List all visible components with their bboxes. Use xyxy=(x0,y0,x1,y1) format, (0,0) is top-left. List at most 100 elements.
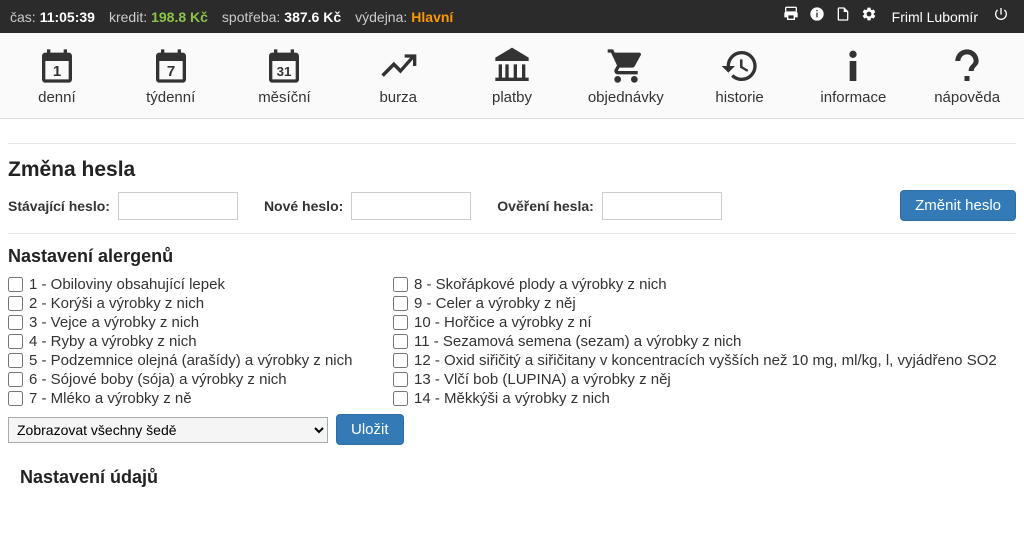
allergen-checkbox[interactable] xyxy=(8,353,23,368)
nav-payments[interactable]: platby xyxy=(455,41,569,110)
new-password-input[interactable] xyxy=(351,192,471,220)
calendar-7-icon: 7 xyxy=(151,45,191,87)
allergen-checkbox[interactable] xyxy=(393,277,408,292)
cart-icon xyxy=(606,45,646,87)
svg-text:1: 1 xyxy=(53,63,61,80)
allergen-checkbox[interactable] xyxy=(8,372,23,387)
allergen-checkbox[interactable] xyxy=(8,315,23,330)
nav-label: informace xyxy=(820,89,886,106)
outlet-value: Hlavní xyxy=(411,9,453,25)
allergen-item[interactable]: 6 - Sójové boby (sója) a výrobky z nich xyxy=(8,370,393,389)
document-icon[interactable] xyxy=(835,6,851,27)
nav-info[interactable]: informace xyxy=(796,41,910,110)
calendar-1-icon: 1 xyxy=(37,45,77,87)
nav-label: nápověda xyxy=(934,89,1000,106)
allergen-checkbox[interactable] xyxy=(8,277,23,292)
allergen-checkbox[interactable] xyxy=(393,334,408,349)
allergens-grid: 1 - Obiloviny obsahující lepek 2 - Korýš… xyxy=(8,275,1016,408)
spend-value: 387.6 Kč xyxy=(284,9,341,25)
confirm-password-input[interactable] xyxy=(602,192,722,220)
nav-label: denní xyxy=(38,89,76,106)
nav-label: historie xyxy=(715,89,763,106)
allergen-label: 4 - Ryby a výrobky z nich xyxy=(29,333,197,350)
outlet-label: výdejna: xyxy=(355,9,407,25)
allergen-label: 3 - Vejce a výrobky z nich xyxy=(29,314,199,331)
allergen-checkbox[interactable] xyxy=(393,391,408,406)
power-icon[interactable] xyxy=(993,6,1009,27)
allergen-checkbox[interactable] xyxy=(393,296,408,311)
nav-help[interactable]: nápověda xyxy=(910,41,1024,110)
allergen-item[interactable]: 8 - Skořápkové plody a výrobky z nich xyxy=(393,275,1016,294)
time-value: 11:05:39 xyxy=(40,9,95,25)
allergen-item[interactable]: 4 - Ryby a výrobky z nich xyxy=(8,332,393,351)
nav-daily[interactable]: 1 denní xyxy=(0,41,114,110)
allergen-item[interactable]: 1 - Obiloviny obsahující lepek xyxy=(8,275,393,294)
info-icon[interactable] xyxy=(809,6,825,27)
current-password-label: Stávající heslo: xyxy=(8,198,110,214)
data-settings-title: Nastavení údajů xyxy=(8,467,1016,488)
nav-label: měsíční xyxy=(258,89,311,106)
top-bar: čas: 11:05:39 kredit: 198.8 Kč spotřeba:… xyxy=(0,0,1024,33)
allergen-item[interactable]: 3 - Vejce a výrobky z nich xyxy=(8,313,393,332)
allergen-checkbox[interactable] xyxy=(8,391,23,406)
chart-line-icon xyxy=(378,45,418,87)
new-password-label: Nové heslo: xyxy=(264,198,343,214)
allergens-title: Nastavení alergenů xyxy=(8,246,1016,267)
password-row: Stávající heslo: Nové heslo: Ověření hes… xyxy=(8,190,1016,221)
nav-orders[interactable]: objednávky xyxy=(569,41,683,110)
allergen-item[interactable]: 2 - Korýši a výrobky z nich xyxy=(8,294,393,313)
allergen-label: 14 - Měkkýši a výrobky z nich xyxy=(414,390,610,407)
allergen-label: 1 - Obiloviny obsahující lepek xyxy=(29,276,225,293)
allergen-label: 7 - Mléko a výrobky z ně xyxy=(29,390,192,407)
svg-text:31: 31 xyxy=(277,64,292,79)
nav-label: burza xyxy=(379,89,417,106)
change-password-button[interactable]: Změnit heslo xyxy=(900,190,1016,221)
credit-value: 198.8 Kč xyxy=(151,9,208,25)
nav-bar: 1 denní 7 týdenní 31 měsíční burza platb… xyxy=(0,33,1024,119)
allergen-label: 12 - Oxid siřičitý a siřičitany v koncen… xyxy=(414,352,997,369)
allergen-item[interactable]: 10 - Hořčice a výrobky z ní xyxy=(393,313,1016,332)
allergen-display-select[interactable]: Zobrazovat všechny šedě xyxy=(8,417,328,443)
nav-weekly[interactable]: 7 týdenní xyxy=(114,41,228,110)
confirm-password-label: Ověření hesla: xyxy=(497,198,594,214)
calendar-31-icon: 31 xyxy=(264,45,304,87)
current-password-input[interactable] xyxy=(118,192,238,220)
print-icon[interactable] xyxy=(783,6,799,27)
allergen-item[interactable]: 13 - Vlčí bob (LUPINA) a výrobky z něj xyxy=(393,370,1016,389)
allergen-item[interactable]: 11 - Sezamová semena (sezam) a výrobky z… xyxy=(393,332,1016,351)
password-title: Změna hesla xyxy=(8,158,1016,182)
allergen-label: 11 - Sezamová semena (sezam) a výrobky z… xyxy=(414,333,741,350)
bank-icon xyxy=(492,45,532,87)
allergen-item[interactable]: 14 - Měkkýši a výrobky z nich xyxy=(393,389,1016,408)
nav-label: týdenní xyxy=(146,89,195,106)
nav-history[interactable]: historie xyxy=(683,41,797,110)
history-icon xyxy=(720,45,760,87)
allergen-label: 5 - Podzemnice olejná (arašídy) a výrobk… xyxy=(29,352,352,369)
allergen-checkbox[interactable] xyxy=(8,334,23,349)
allergen-checkbox[interactable] xyxy=(8,296,23,311)
allergen-label: 6 - Sójové boby (sója) a výrobky z nich xyxy=(29,371,287,388)
save-allergens-button[interactable]: Uložit xyxy=(336,414,404,445)
allergen-item[interactable]: 12 - Oxid siřičitý a siřičitany v koncen… xyxy=(393,351,1016,370)
nav-label: objednávky xyxy=(588,89,664,106)
question-icon xyxy=(947,45,987,87)
allergen-item[interactable]: 7 - Mléko a výrobky z ně xyxy=(8,389,393,408)
allergen-item[interactable]: 9 - Celer a výrobky z něj xyxy=(393,294,1016,313)
time-label: čas: xyxy=(10,9,36,25)
allergen-checkbox[interactable] xyxy=(393,315,408,330)
allergen-label: 9 - Celer a výrobky z něj xyxy=(414,295,576,312)
allergen-checkbox[interactable] xyxy=(393,353,408,368)
allergen-label: 10 - Hořčice a výrobky z ní xyxy=(414,314,592,331)
allergen-item[interactable]: 5 - Podzemnice olejná (arašídy) a výrobk… xyxy=(8,351,393,370)
allergen-checkbox[interactable] xyxy=(393,372,408,387)
allergen-label: 2 - Korýši a výrobky z nich xyxy=(29,295,204,312)
allergen-label: 8 - Skořápkové plody a výrobky z nich xyxy=(414,276,667,293)
allergen-label: 13 - Vlčí bob (LUPINA) a výrobky z něj xyxy=(414,371,671,388)
nav-burza[interactable]: burza xyxy=(341,41,455,110)
svg-text:7: 7 xyxy=(167,63,175,80)
info-letter-icon xyxy=(833,45,873,87)
gear-icon[interactable] xyxy=(861,6,877,27)
nav-monthly[interactable]: 31 měsíční xyxy=(228,41,342,110)
nav-label: platby xyxy=(492,89,532,106)
spend-label: spotřeba: xyxy=(222,9,280,25)
